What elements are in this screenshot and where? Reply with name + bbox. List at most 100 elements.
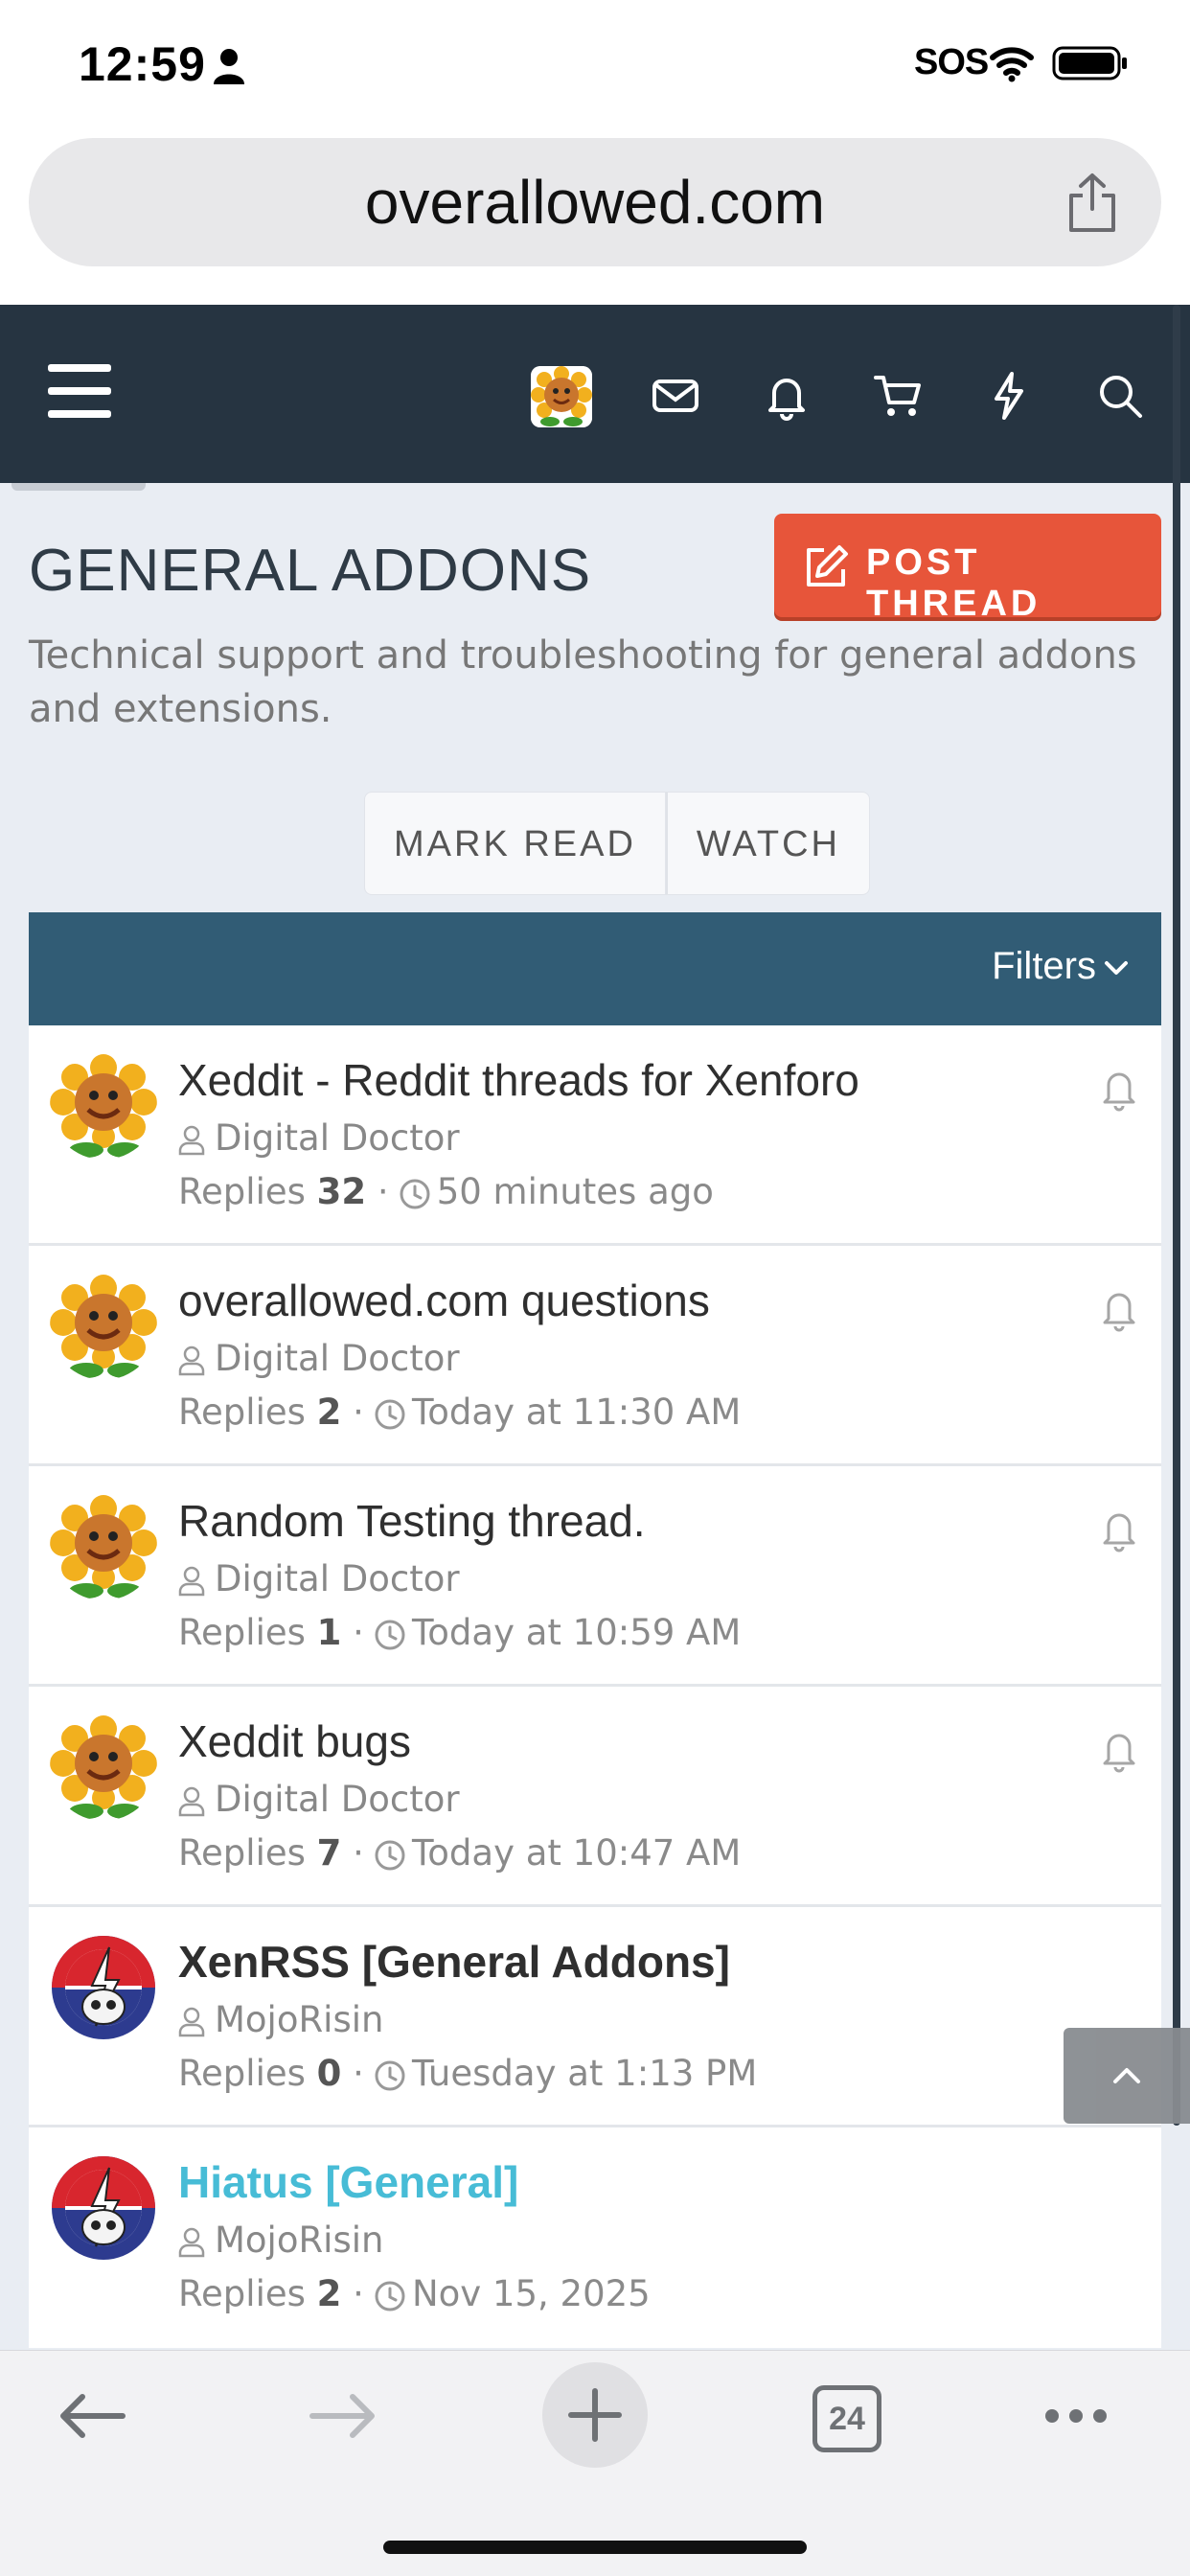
clock-icon — [375, 1840, 405, 1870]
menu-icon[interactable] — [48, 364, 111, 418]
thread-time[interactable]: 50 minutes ago — [437, 1171, 714, 1212]
status-bar: 12:59 SOS — [0, 0, 1190, 134]
watch-bell-icon[interactable] — [1098, 1727, 1140, 1773]
thread-row[interactable]: Xeddit bugs Digital Doctor Replies 7 · Toda… — [29, 1687, 1161, 1907]
edit-icon — [807, 545, 848, 586]
forum-description: Technical support and troubleshooting fo… — [29, 633, 1137, 731]
reply-count: 2 — [316, 1392, 342, 1433]
user-icon — [178, 2007, 205, 2036]
thread-row[interactable]: Xeddit - Reddit threads for Xenforo Digit… — [29, 1025, 1161, 1246]
reply-count: 2 — [316, 2273, 342, 2314]
thread-title[interactable]: Xeddit bugs — [178, 1715, 411, 1767]
thread-author-name[interactable]: Digital Doctor — [215, 1338, 460, 1379]
replies-label: Replies — [178, 1612, 306, 1653]
plus-icon — [568, 2388, 622, 2442]
thread-row[interactable]: Hiatus [General] MojoRisin Replies 2 · Nov … — [29, 2128, 1161, 2348]
thread-author[interactable]: Digital Doctor — [178, 1558, 460, 1599]
url-text[interactable]: overallowed.com — [29, 138, 1161, 266]
thread-title[interactable]: Xeddit - Reddit threads for Xenforo — [178, 1054, 859, 1106]
replies-label: Replies — [178, 2053, 306, 2094]
home-indicator — [383, 2541, 807, 2554]
author-avatar[interactable] — [50, 1493, 157, 1600]
chevron-up-icon — [1113, 2068, 1140, 2083]
thread-author-name[interactable]: Digital Doctor — [215, 1117, 460, 1159]
replies-label: Replies — [178, 1832, 306, 1874]
thread-author[interactable]: MojoRisin — [178, 2220, 383, 2261]
thread-author[interactable]: Digital Doctor — [178, 1338, 460, 1379]
header-tab-indicator — [11, 483, 146, 491]
thread-time[interactable]: Tuesday at 1:13 PM — [412, 2053, 757, 2094]
post-thread-label: POST THREAD — [866, 542, 1041, 624]
thread-row[interactable]: XenRSS [General Addons] MojoRisin Replies … — [29, 1907, 1161, 2128]
sos-indicator: SOS — [914, 42, 989, 82]
thread-author-name[interactable]: Digital Doctor — [215, 1779, 460, 1820]
thread-author-name[interactable]: Digital Doctor — [215, 1558, 460, 1599]
forum-actions: MARK READ WATCH — [364, 792, 870, 895]
chevron-down-icon — [1105, 961, 1128, 976]
thread-author[interactable]: MojoRisin — [178, 1999, 383, 2040]
thread-title[interactable]: Hiatus [General] — [178, 2156, 518, 2208]
thread-title[interactable]: Random Testing thread. — [178, 1495, 646, 1547]
author-avatar[interactable] — [50, 1714, 157, 1821]
mail-icon[interactable] — [650, 370, 701, 422]
thread-time[interactable]: Nov 15, 2025 — [412, 2273, 651, 2314]
reply-count: 1 — [316, 1612, 342, 1653]
reply-count: 32 — [316, 1171, 367, 1212]
thread-author[interactable]: Digital Doctor — [178, 1779, 460, 1820]
user-avatar[interactable] — [531, 366, 592, 427]
author-avatar[interactable] — [50, 1052, 157, 1160]
tab-count-button[interactable]: 24 — [812, 2385, 881, 2452]
watch-bell-icon[interactable] — [1098, 1066, 1140, 1112]
filters-label: Filters — [992, 945, 1096, 987]
bell-icon[interactable] — [761, 370, 812, 422]
browser-address-area: overallowed.com — [0, 134, 1190, 305]
author-avatar[interactable] — [50, 1273, 157, 1380]
page-scrollbar[interactable] — [1173, 305, 1180, 2126]
replies-label: Replies — [178, 1392, 306, 1433]
thread-title[interactable]: XenRSS [General Addons] — [178, 1936, 730, 1988]
thread-row[interactable]: overallowed.com questions Digital Doctor R… — [29, 1246, 1161, 1466]
thread-meta: Replies 7 · Today at 10:47 AM — [178, 1832, 742, 1874]
clock-icon — [375, 2281, 405, 2311]
thread-meta: Replies 1 · Today at 10:59 AM — [178, 1612, 742, 1653]
watch-button[interactable]: WATCH — [665, 792, 870, 895]
thread-time[interactable]: Today at 11:30 AM — [412, 1392, 741, 1433]
author-avatar[interactable] — [50, 1934, 157, 2041]
user-icon — [178, 1346, 205, 1375]
share-icon[interactable] — [1064, 172, 1121, 234]
address-bar[interactable]: overallowed.com — [29, 138, 1161, 266]
thread-author[interactable]: Digital Doctor — [178, 1117, 460, 1159]
person-icon — [214, 49, 244, 84]
forward-arrow-icon[interactable] — [307, 2389, 379, 2443]
filters-dropdown[interactable]: Filters — [992, 945, 1129, 988]
thread-row[interactable]: Random Testing thread. Digital Doctor Repl… — [29, 1466, 1161, 1687]
thread-author-name[interactable]: MojoRisin — [215, 1999, 383, 2040]
lightning-icon[interactable] — [983, 370, 1035, 422]
thread-title[interactable]: overallowed.com questions — [178, 1275, 710, 1326]
new-tab-button[interactable] — [542, 2362, 648, 2468]
thread-time[interactable]: Today at 10:59 AM — [412, 1612, 741, 1653]
watch-bell-icon[interactable] — [1098, 1506, 1140, 1552]
thread-time[interactable]: Today at 10:47 AM — [412, 1832, 741, 1874]
search-icon[interactable] — [1094, 370, 1146, 422]
cart-icon[interactable] — [872, 370, 924, 422]
user-icon — [178, 1786, 205, 1816]
thread-meta: Replies 2 · Today at 11:30 AM — [178, 1392, 742, 1433]
clock-icon — [375, 1399, 405, 1429]
author-avatar[interactable] — [50, 2154, 157, 2262]
watch-bell-icon[interactable] — [1098, 1286, 1140, 1332]
post-thread-button[interactable]: POST THREAD — [774, 514, 1161, 624]
page-title: GENERAL ADDONS — [29, 538, 592, 604]
mark-read-button[interactable]: MARK READ — [364, 792, 666, 895]
back-arrow-icon[interactable] — [56, 2389, 128, 2443]
filter-bar: Filters — [29, 912, 1161, 1025]
thread-meta: Replies 2 · Nov 15, 2025 — [178, 2273, 651, 2314]
clock-icon — [400, 1179, 430, 1208]
user-icon — [178, 1125, 205, 1155]
reply-count: 0 — [316, 2053, 342, 2094]
scroll-to-top-button[interactable] — [1064, 2028, 1190, 2124]
thread-meta: Replies 32 · 50 minutes ago — [178, 1171, 714, 1212]
status-time: 12:59 — [79, 37, 206, 91]
more-icon[interactable] — [1042, 2404, 1110, 2427]
thread-author-name[interactable]: MojoRisin — [215, 2220, 383, 2261]
